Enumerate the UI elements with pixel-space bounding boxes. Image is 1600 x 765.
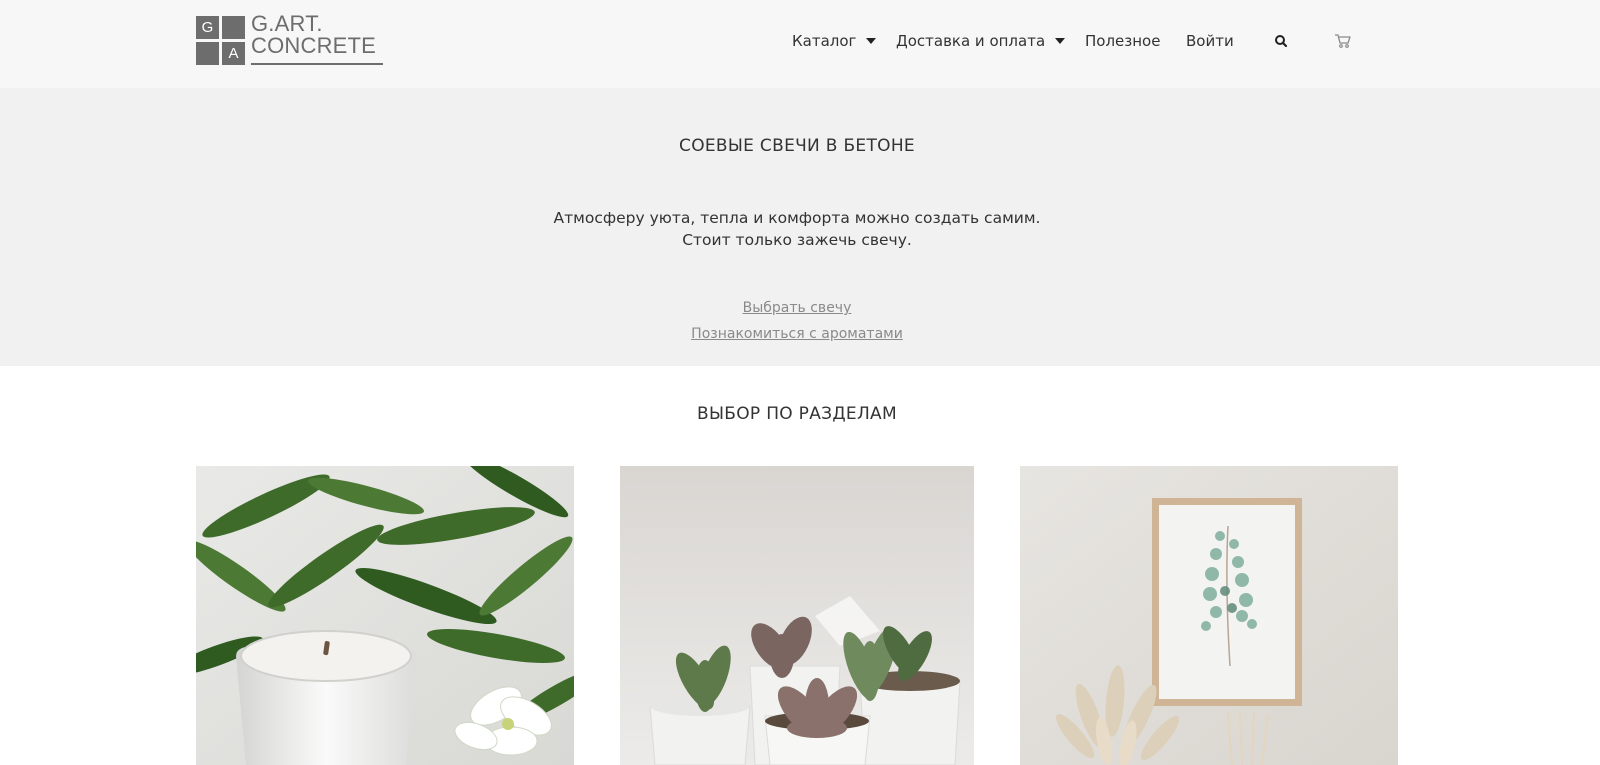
category-card-plants[interactable] bbox=[620, 466, 974, 765]
logo-wordmark: G.ART. CONCRETE bbox=[251, 13, 376, 57]
sections-title: ВЫБОР ПО РАЗДЕЛАМ bbox=[697, 404, 897, 424]
hero-title: СОЕВЫЕ СВЕЧИ В БЕТОНЕ bbox=[679, 136, 915, 156]
hero-section: СОЕВЫЕ СВЕЧИ В БЕТОНЕ Атмосферу уюта, те… bbox=[0, 88, 1600, 366]
caret-down-icon bbox=[866, 38, 877, 44]
logo-letter-g: G bbox=[196, 16, 219, 39]
logo-square bbox=[222, 16, 245, 39]
logo-square bbox=[196, 42, 219, 65]
site-header: G A G.ART. CONCRETE Каталог Доставка и о… bbox=[0, 0, 1600, 88]
logo-underline bbox=[251, 63, 383, 65]
logo-letter-a: A bbox=[222, 42, 245, 65]
search-icon[interactable] bbox=[1271, 31, 1291, 51]
hero-text-line-2: Стоит только зажечь свечу. bbox=[682, 231, 912, 249]
nav-item-label: Полезное bbox=[1085, 32, 1161, 50]
caret-down-icon bbox=[1055, 38, 1066, 44]
logo-mark: G A bbox=[196, 16, 246, 66]
choose-candle-link[interactable]: Выбрать свечу bbox=[0, 300, 1594, 316]
cart-icon[interactable] bbox=[1333, 31, 1353, 51]
logo-line-1: G.ART. bbox=[251, 11, 323, 36]
hero-text-line-1: Атмосферу уюта, тепла и комфорта можно с… bbox=[553, 209, 1041, 227]
site-logo[interactable]: G A G.ART. CONCRETE bbox=[196, 13, 384, 66]
nav-item-useful[interactable]: Полезное bbox=[1085, 28, 1160, 54]
category-card-candles[interactable] bbox=[196, 466, 574, 765]
framed-eucalyptus-image bbox=[1020, 466, 1398, 765]
nav-item-login[interactable]: Войти bbox=[1186, 28, 1234, 54]
nav-item-catalog[interactable]: Каталог bbox=[792, 28, 877, 54]
candle-image bbox=[196, 466, 574, 765]
category-card-decor[interactable] bbox=[1020, 466, 1398, 765]
nav-item-label: Каталог bbox=[792, 32, 857, 50]
logo-line-2: CONCRETE bbox=[251, 33, 377, 58]
succulents-image bbox=[620, 466, 974, 765]
nav-item-label: Войти bbox=[1186, 32, 1234, 50]
nav-item-label: Доставка и оплата bbox=[896, 32, 1046, 50]
nav-item-delivery[interactable]: Доставка и оплата bbox=[896, 28, 1066, 54]
scents-link[interactable]: Познакомиться с ароматами bbox=[0, 326, 1594, 342]
